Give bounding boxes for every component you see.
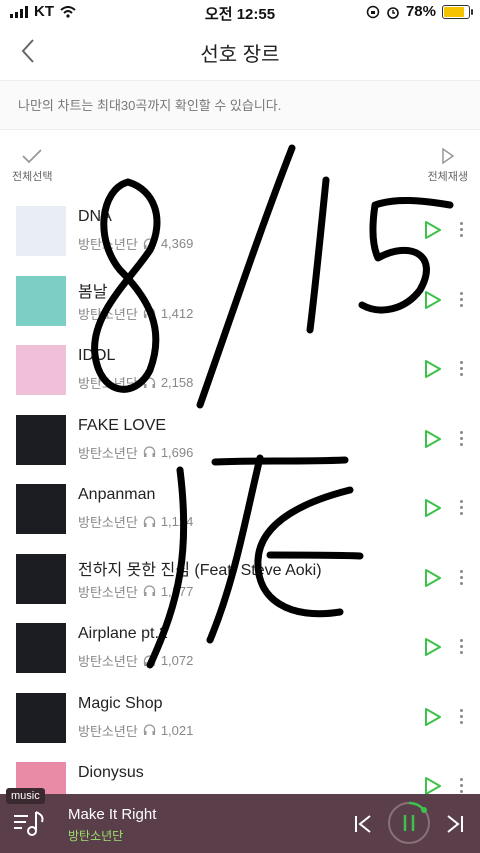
headphones-icon	[143, 724, 155, 735]
song-title: FAKE LOVE	[78, 416, 167, 434]
song-title: DNA	[78, 208, 112, 225]
headphones-icon	[143, 585, 155, 596]
headphones-icon	[143, 654, 155, 666]
play-count: 1,021	[160, 722, 194, 738]
pause-icon[interactable]	[386, 800, 432, 846]
song-title: Dionysus	[78, 764, 144, 781]
headphones-icon	[143, 515, 155, 527]
play-all-label: 전체재생	[427, 171, 468, 183]
play-count: 4,369	[160, 236, 194, 251]
headphones-icon	[143, 237, 155, 249]
headphones-icon	[143, 376, 155, 388]
play-icon[interactable]	[424, 498, 442, 518]
play-icon[interactable]	[424, 707, 442, 727]
headphones-icon	[143, 307, 155, 318]
battery-icon	[442, 4, 473, 19]
play-icon[interactable]	[424, 290, 442, 310]
status-bar: KT 오전 12:55 78%	[0, 0, 480, 24]
play-icon[interactable]	[424, 429, 442, 449]
song-meta: 방탄소년단 1,072	[78, 651, 193, 670]
play-count: 1,072	[160, 653, 194, 668]
more-options-icon[interactable]	[460, 569, 464, 588]
notice-text: 나만의 차트는 최대30곡까지 확인할 수 있습니다.	[18, 98, 282, 113]
select-all-label: 전체선택	[12, 171, 53, 183]
page-title: 선호 장르	[200, 44, 280, 66]
play-count: 1,124	[160, 514, 194, 529]
song-meta: 방탄소년단 2,158	[78, 373, 193, 392]
alarm-icon	[387, 6, 399, 19]
now-playing-artist: 방탄소년단	[68, 829, 124, 843]
list-toolbar: 전체선택 전체재생	[0, 140, 480, 190]
artist-name: 방탄소년단	[78, 654, 138, 669]
play-icon[interactable]	[424, 359, 442, 379]
mini-player[interactable]: music Make It Right 방탄소년단	[0, 788, 480, 853]
song-meta: 방탄소년단 1,124	[78, 512, 193, 531]
more-options-icon[interactable]	[460, 291, 464, 310]
page-header: 선호 장르	[0, 24, 480, 81]
play-icon[interactable]	[424, 637, 442, 657]
song-title: 전하지 못한 진심 (Feat. Steve Aoki)	[78, 561, 322, 579]
music-tag: music	[6, 788, 45, 804]
song-row[interactable]: IDOL 방탄소년단 2,158	[0, 335, 480, 405]
album-art	[16, 692, 66, 743]
song-title: Anpanman	[78, 486, 156, 503]
artist-name: 방탄소년단	[78, 445, 138, 461]
play-count: 1,696	[160, 444, 194, 460]
play-icon[interactable]	[424, 568, 442, 588]
song-row[interactable]: DNA 방탄소년단 4,369	[0, 196, 480, 266]
playlist-music-icon[interactable]	[12, 808, 48, 840]
album-art	[16, 484, 66, 534]
song-row[interactable]: 봄날 방탄소년단 1,412	[0, 266, 480, 336]
song-row[interactable]: Magic Shop 방탄소년단 1,021	[0, 683, 480, 753]
album-art	[16, 275, 66, 326]
more-options-icon[interactable]	[460, 222, 464, 240]
play-count: 1,177	[160, 583, 194, 599]
play-count: 1,412	[160, 305, 194, 321]
artist-name: 방탄소년단	[78, 237, 138, 252]
song-meta: 방탄소년단 1,021	[78, 721, 193, 740]
headphones-icon	[143, 446, 155, 457]
album-art	[16, 623, 66, 673]
more-options-icon[interactable]	[460, 708, 464, 727]
more-options-icon[interactable]	[460, 639, 464, 657]
select-all-button[interactable]: 전체선택	[12, 148, 52, 184]
album-art	[16, 206, 66, 256]
play-all-button[interactable]: 전체재생	[428, 148, 468, 184]
album-art	[16, 345, 66, 395]
previous-icon[interactable]	[352, 814, 374, 834]
album-art	[16, 414, 66, 465]
song-row[interactable]: Anpanman 방탄소년단 1,124	[0, 474, 480, 544]
song-title: Magic Shop	[78, 694, 163, 712]
song-list: DNA 방탄소년단 4,369 봄날 방탄소년단 1,412 IDOL 방탄소년단 2…	[0, 196, 480, 822]
next-icon[interactable]	[444, 814, 466, 834]
song-row[interactable]: FAKE LOVE 방탄소년단 1,696	[0, 405, 480, 475]
notice-banner: 나만의 차트는 최대30곡까지 확인할 수 있습니다.	[0, 81, 480, 130]
song-row[interactable]: Airplane pt.2 방탄소년단 1,072	[0, 613, 480, 683]
play-icon[interactable]	[424, 220, 442, 240]
play-count: 2,158	[160, 375, 194, 390]
more-options-icon[interactable]	[460, 500, 464, 518]
play-icon[interactable]	[424, 776, 442, 796]
song-title: 봄날	[78, 283, 108, 301]
check-icon	[22, 149, 42, 164]
song-row[interactable]: 전하지 못한 진심 (Feat. Steve Aoki) 방탄소년단 1,177	[0, 544, 480, 614]
song-meta: 방탄소년단 4,369	[78, 234, 193, 253]
artist-name: 방탄소년단	[78, 306, 138, 322]
play-outline-icon	[442, 148, 455, 164]
artist-name: 방탄소년단	[78, 515, 138, 530]
album-art	[16, 553, 66, 604]
more-options-icon[interactable]	[460, 430, 464, 449]
rotation-lock-icon	[366, 5, 380, 18]
artist-name: 방탄소년단	[78, 723, 138, 739]
song-title: IDOL	[78, 347, 116, 364]
song-meta: 방탄소년단 1,696	[78, 443, 193, 462]
more-options-icon[interactable]	[460, 361, 464, 379]
artist-name: 방탄소년단	[78, 584, 138, 600]
now-playing-title: Make It Right	[68, 806, 157, 823]
song-meta: 방탄소년단 1,177	[78, 582, 193, 601]
song-title: Airplane pt.2	[78, 625, 168, 642]
song-meta: 방탄소년단 1,412	[78, 304, 193, 323]
artist-name: 방탄소년단	[78, 376, 138, 391]
battery-percent: 78%	[405, 3, 436, 20]
